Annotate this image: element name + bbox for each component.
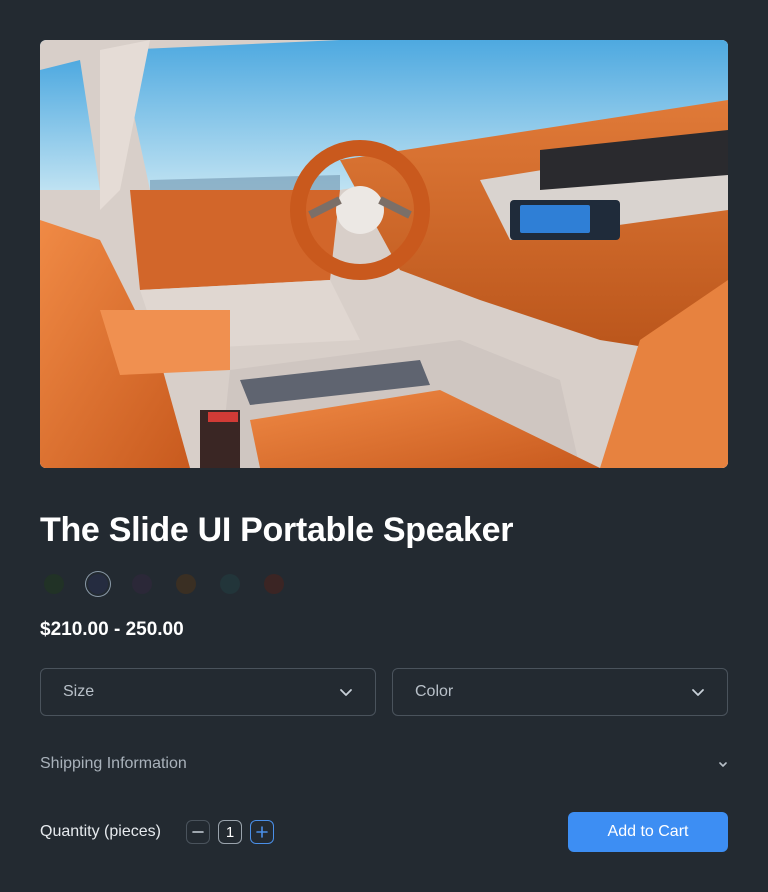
chevron-down-icon <box>692 689 704 696</box>
quantity-value[interactable]: 1 <box>218 820 242 844</box>
shipping-information-label: Shipping Information <box>40 755 187 772</box>
shipping-information-toggle[interactable]: Shipping Information <box>40 752 728 776</box>
swatch-purple[interactable] <box>132 574 152 594</box>
plus-icon <box>256 826 268 838</box>
swatch-green[interactable] <box>44 574 64 594</box>
swatch-teal[interactable] <box>220 574 240 594</box>
swatch-red[interactable] <box>264 574 284 594</box>
color-select[interactable]: Color <box>392 668 728 716</box>
minus-icon <box>192 831 204 833</box>
chevron-down-icon <box>719 762 727 767</box>
car-interior-illustration <box>40 40 728 468</box>
size-select[interactable]: Size <box>40 668 376 716</box>
chevron-down-icon <box>340 689 352 696</box>
color-swatches <box>40 570 304 598</box>
product-price: $210.00 - 250.00 <box>40 619 184 640</box>
swatch-brown[interactable] <box>176 574 196 594</box>
color-select-label: Color <box>415 683 454 700</box>
increase-quantity-button[interactable] <box>250 820 274 844</box>
swatch-navy-selected[interactable] <box>88 574 108 594</box>
add-to-cart-button[interactable]: Add to Cart <box>568 812 728 852</box>
product-image <box>40 40 728 468</box>
quantity-stepper: 1 <box>186 820 274 844</box>
quantity-label: Quantity (pieces) <box>40 823 161 840</box>
product-title: The Slide UI Portable Speaker <box>40 511 514 549</box>
size-select-label: Size <box>63 683 95 700</box>
decrease-quantity-button[interactable] <box>186 820 210 844</box>
